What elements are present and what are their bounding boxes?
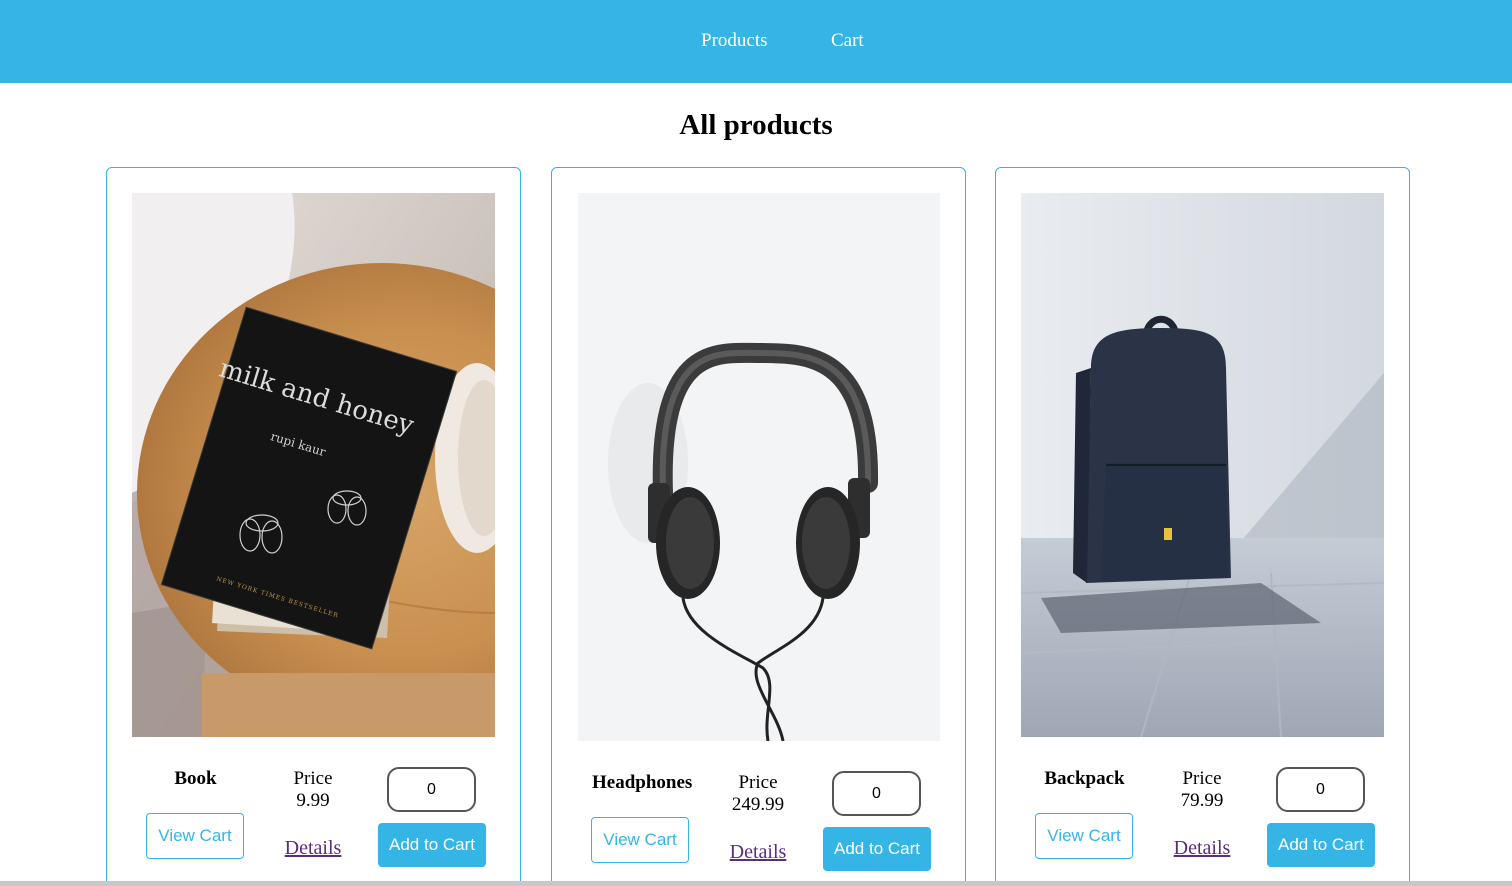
view-cart-button[interactable]: View Cart — [146, 813, 244, 859]
price-label: Price — [1182, 768, 1222, 789]
quantity-input[interactable] — [387, 767, 476, 812]
product-image-headphones — [578, 193, 940, 741]
view-cart-button[interactable]: View Cart — [591, 817, 689, 863]
quantity-input[interactable] — [1276, 767, 1365, 812]
quantity-input[interactable] — [832, 771, 921, 816]
price-label: Price — [293, 768, 333, 789]
product-info-row: Backpack Price 79.99 View Cart Details A… — [996, 767, 1411, 878]
product-card-book: milk and honey rupi kaur NEW YORK TIMES … — [106, 167, 521, 886]
product-card-headphones: Headphones Price 249.99 View Cart Detail… — [551, 167, 966, 886]
price-block: Price 79.99 — [1158, 768, 1246, 812]
top-navbar: Products Cart — [0, 0, 1512, 83]
nav-link-cart[interactable]: Cart — [831, 30, 864, 52]
price-block: Price 9.99 — [269, 768, 357, 812]
details-link[interactable]: Details — [269, 836, 357, 860]
product-image-book: milk and honey rupi kaur NEW YORK TIMES … — [132, 193, 495, 737]
details-link[interactable]: Details — [714, 840, 802, 864]
product-name: Backpack — [1044, 768, 1125, 789]
product-info-row: Headphones Price 249.99 View Cart Detail… — [552, 771, 967, 882]
add-to-cart-button[interactable]: Add to Cart — [1267, 823, 1375, 867]
product-card-backpack: Backpack Price 79.99 View Cart Details A… — [995, 167, 1410, 886]
price-label: Price — [738, 772, 778, 793]
product-name: Book — [174, 768, 217, 789]
nav-link-products[interactable]: Products — [701, 30, 768, 52]
price-block: Price 249.99 — [714, 772, 802, 816]
price-value: 9.99 — [296, 790, 330, 811]
page-title: All products — [679, 109, 833, 141]
price-value: 79.99 — [1180, 790, 1224, 811]
view-cart-button[interactable]: View Cart — [1035, 813, 1133, 859]
product-info-row: Book Price 9.99 View Cart Details Add to… — [107, 767, 522, 878]
product-image-backpack — [1021, 193, 1384, 737]
add-to-cart-button[interactable]: Add to Cart — [378, 823, 486, 867]
price-value: 249.99 — [731, 794, 785, 815]
add-to-cart-button[interactable]: Add to Cart — [823, 827, 931, 871]
details-link[interactable]: Details — [1158, 836, 1246, 860]
horizontal-scrollbar[interactable] — [0, 881, 1512, 886]
product-name: Headphones — [592, 772, 693, 793]
